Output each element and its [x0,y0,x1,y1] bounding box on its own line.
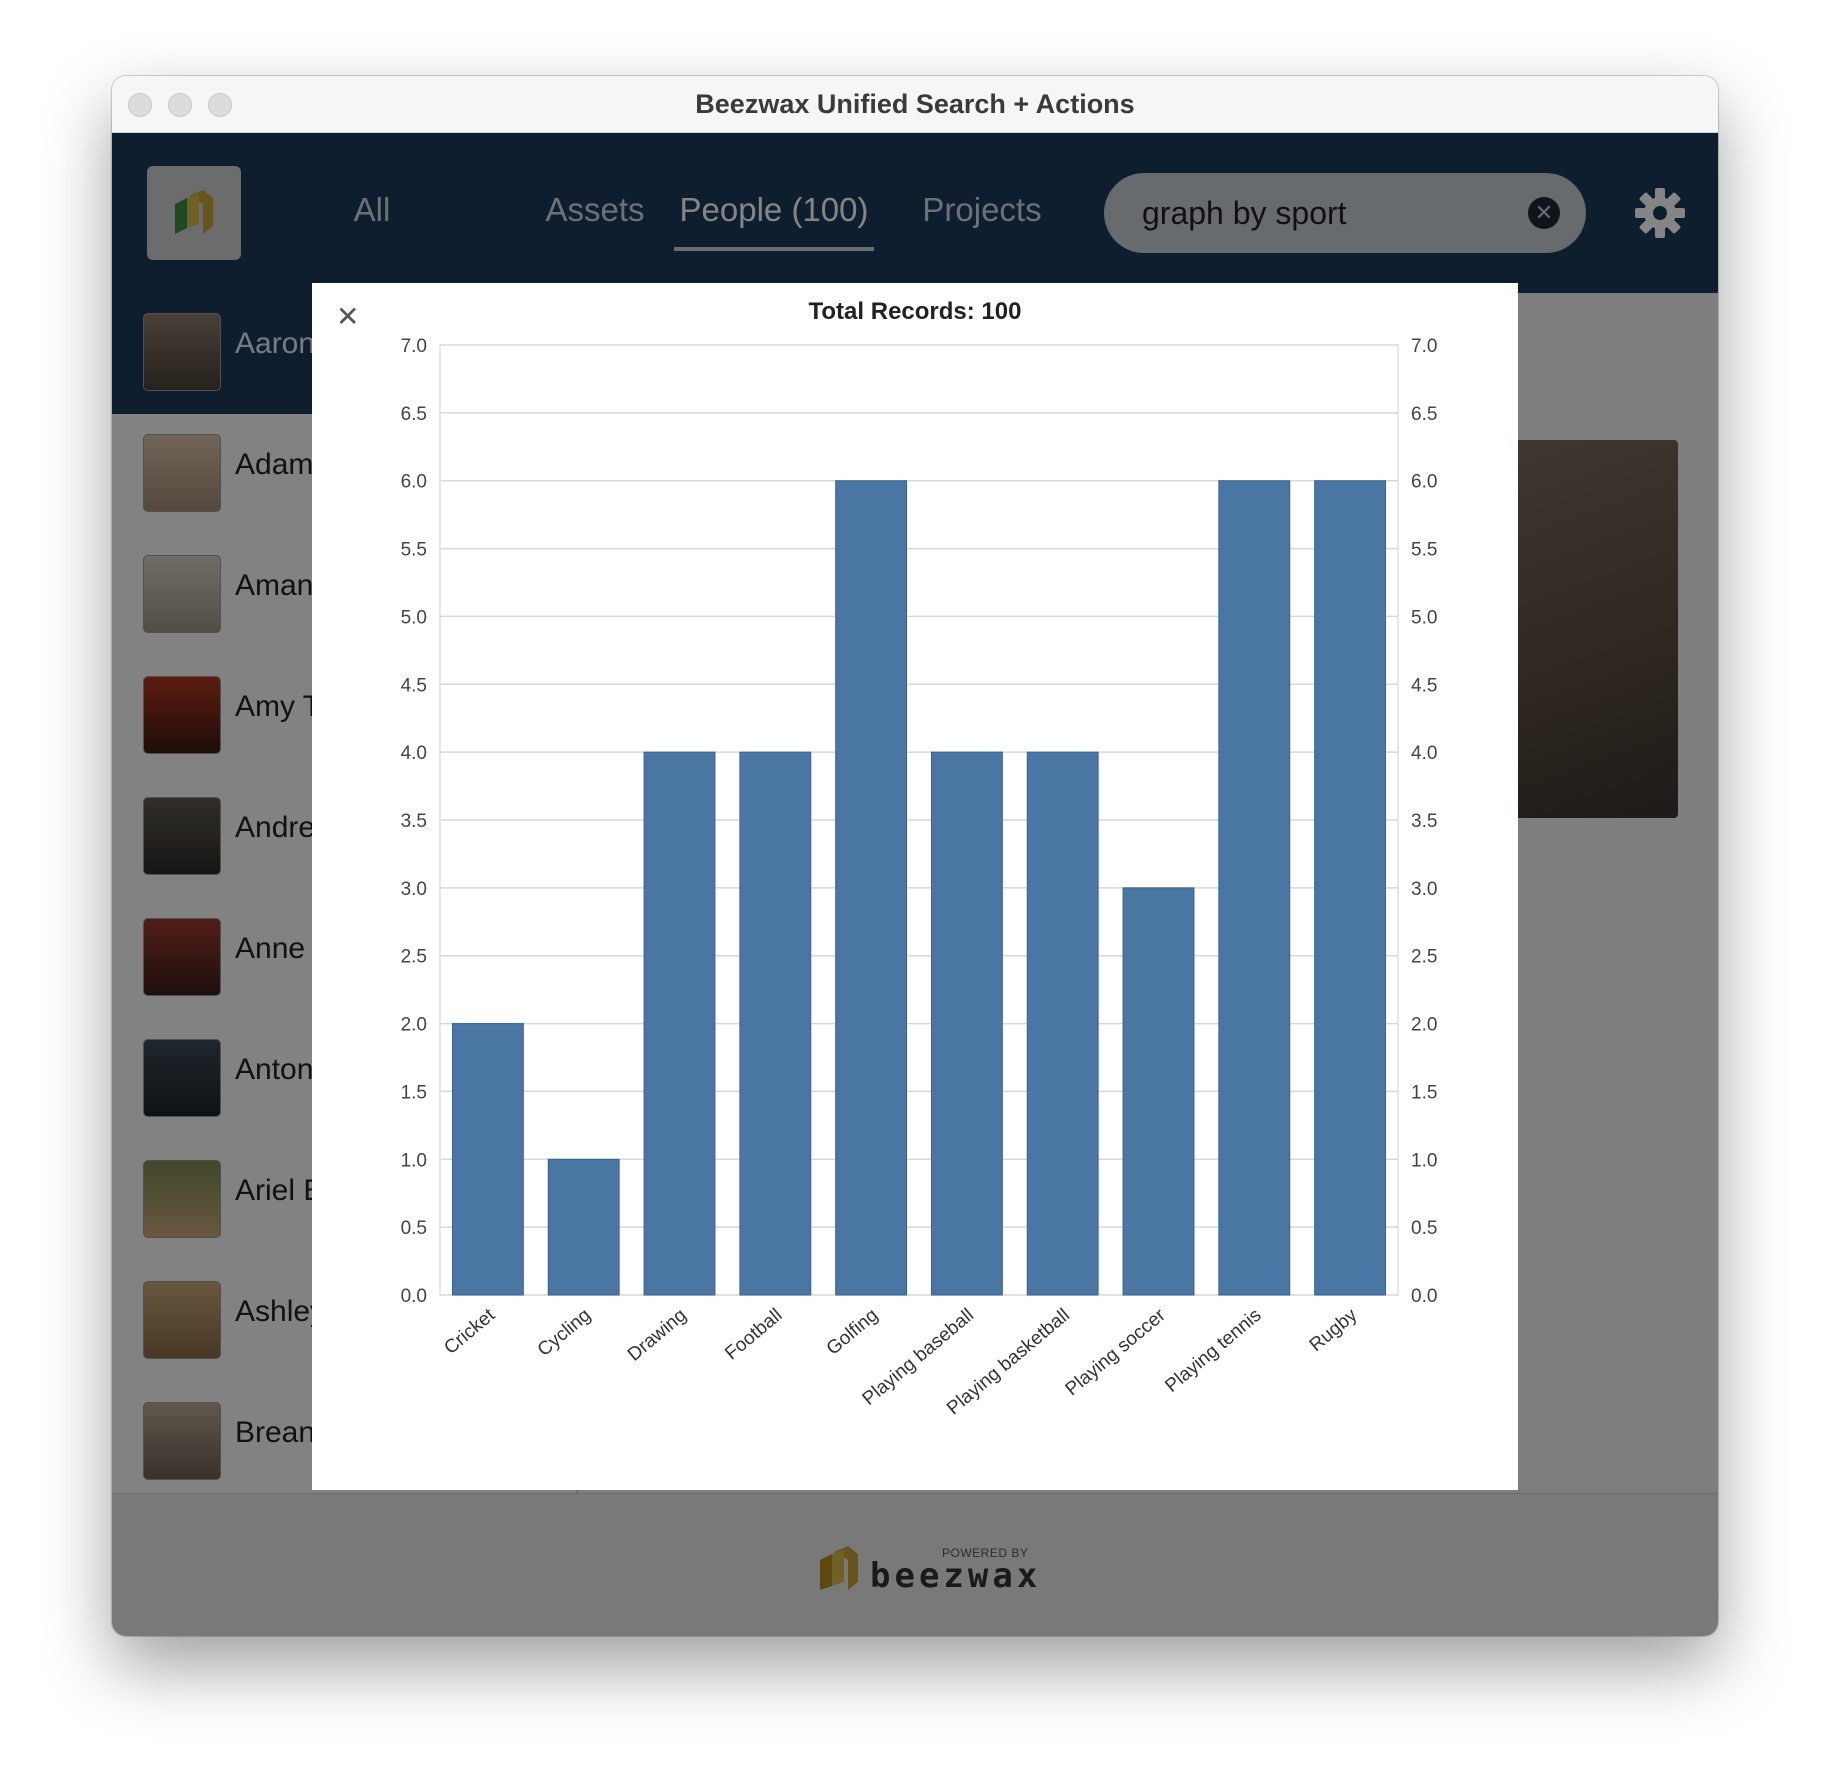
x-tick-label: Cricket [440,1304,499,1359]
y-tick-label-left: 3.5 [401,811,427,832]
bar-playing-basketball[interactable] [1026,751,1099,1296]
y-tick-label-right: 6.0 [1411,472,1437,493]
y-tick-label-left: 6.5 [401,404,427,425]
x-tick-label: Playing soccer [1062,1304,1171,1400]
bar-drawing[interactable] [643,751,716,1296]
bar-playing-soccer[interactable] [1122,887,1195,1296]
bar-golfing[interactable] [835,480,908,1296]
x-tick-label: Drawing [624,1305,691,1366]
y-tick-label-left: 5.5 [401,540,427,561]
y-tick-label-left: 5.0 [401,607,427,628]
y-tick-label-left: 6.0 [401,472,427,493]
chart-title: Total Records: 100 [809,298,1022,325]
y-tick-label-left: 3.0 [401,879,427,900]
y-tick-label-right: 2.0 [1411,1015,1437,1036]
y-tick-label-right: 3.0 [1411,879,1437,900]
bar-playing-tennis[interactable] [1218,480,1291,1296]
y-tick-label-right: 7.0 [1411,336,1437,357]
y-tick-label-left: 1.0 [401,1150,427,1171]
y-tick-label-right: 6.5 [1411,404,1437,425]
x-tick-label: Rugby [1306,1304,1362,1356]
x-tick-label: Golfing [823,1305,883,1360]
y-tick-label-right: 2.5 [1411,947,1437,968]
y-tick-label-right: 1.5 [1411,1082,1437,1103]
x-tick-label: Playing tennis [1161,1305,1265,1397]
y-tick-label-right: 3.5 [1411,811,1437,832]
bar-rugby[interactable] [1314,480,1387,1296]
bar-football[interactable] [739,751,812,1296]
y-tick-label-left: 4.5 [401,675,427,696]
y-tick-label-left: 2.0 [401,1015,427,1036]
y-tick-label-left: 4.0 [401,743,427,764]
y-tick-label-right: 0.0 [1411,1286,1437,1307]
bar-cricket[interactable] [451,1023,524,1296]
bar-cycling[interactable] [547,1158,620,1296]
y-tick-label-right: 5.0 [1411,607,1437,628]
y-tick-label-right: 1.0 [1411,1150,1437,1171]
x-tick-label: Cycling [534,1305,595,1361]
app-window: Beezwax Unified Search + Actions All Ass… [112,76,1718,1636]
chart-modal: ✕ Total Records: 100 0.0 0.0 0.5 0.5 1.0 1.0 1… [312,283,1518,1490]
x-tick-label: Football [721,1305,786,1365]
y-tick-label-left: 1.5 [401,1082,427,1103]
y-tick-label-left: 0.5 [401,1218,427,1239]
y-tick-label-left: 7.0 [401,336,427,357]
title-bar: Beezwax Unified Search + Actions [112,76,1718,133]
bar-chart: Total Records: 100 0.0 0.0 0.5 0.5 1.0 1.0 1.5… [401,298,1438,1419]
y-tick-label-right: 4.5 [1411,675,1437,696]
bar-playing-baseball[interactable] [930,751,1003,1296]
y-tick-label-right: 4.0 [1411,743,1437,764]
window-title: Beezwax Unified Search + Actions [695,89,1135,119]
y-tick-label-right: 5.5 [1411,540,1437,561]
y-tick-label-left: 0.0 [401,1286,427,1307]
y-tick-label-left: 2.5 [401,947,427,968]
y-tick-label-right: 0.5 [1411,1218,1437,1239]
